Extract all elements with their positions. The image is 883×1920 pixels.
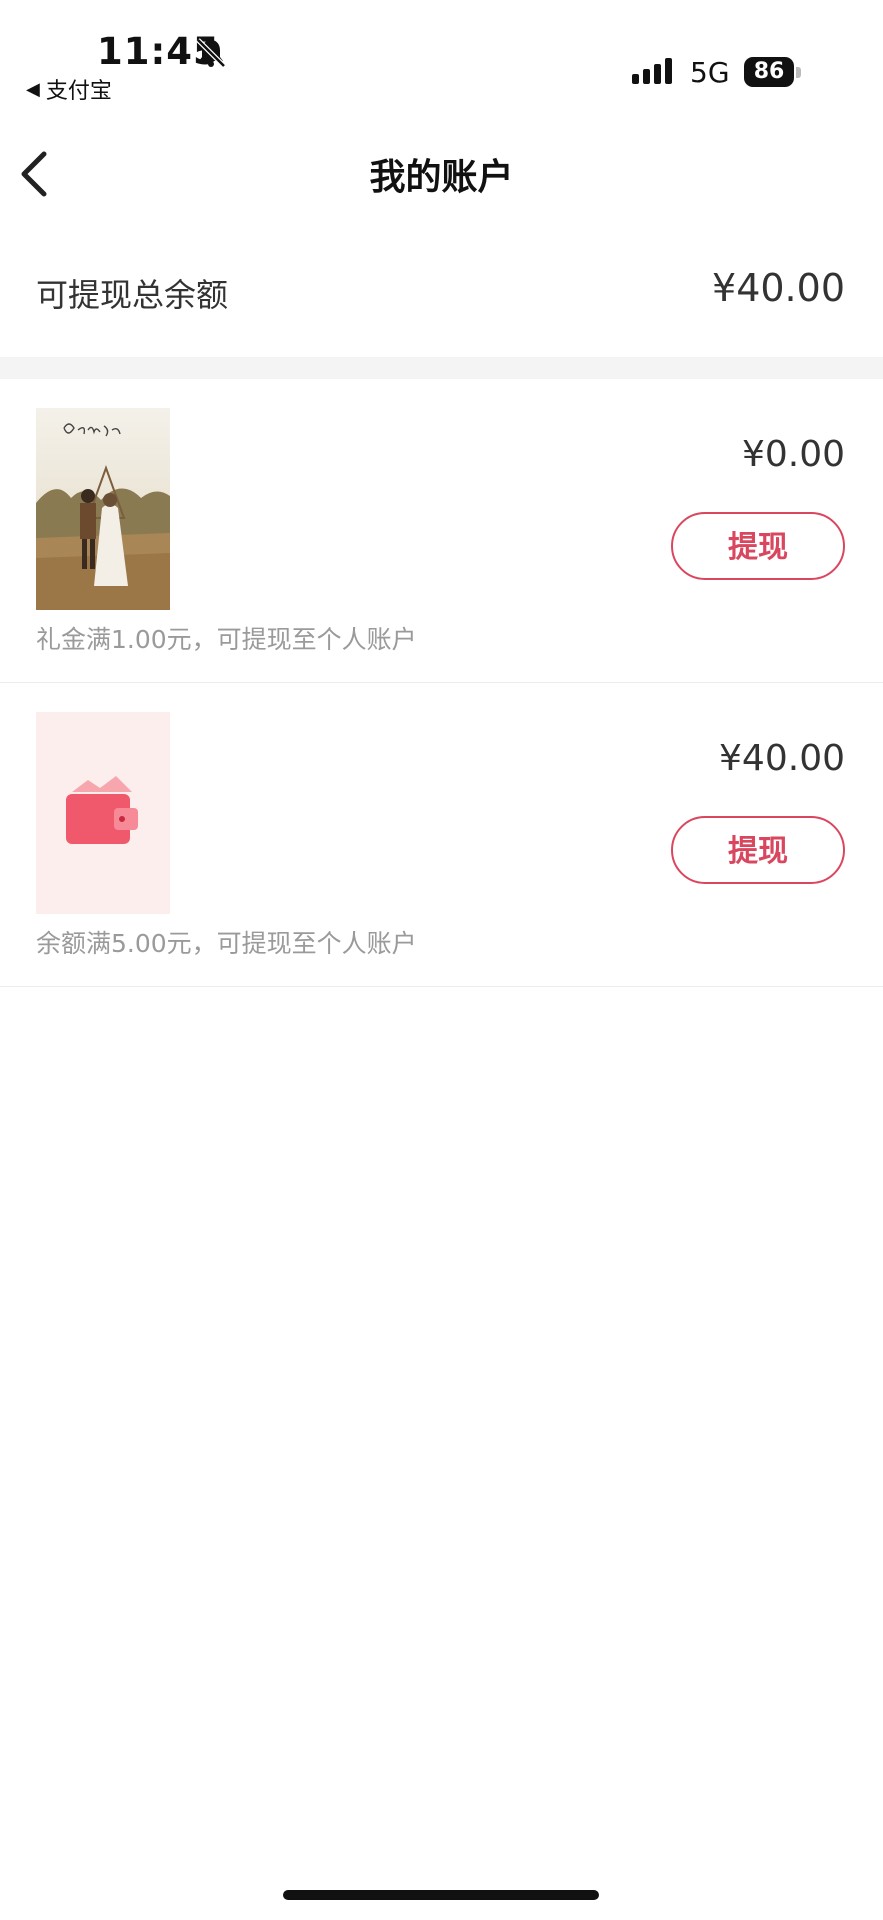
battery-cap [796, 67, 801, 78]
withdraw-hint: 余额满5.00元，可提现至个人账户 [36, 929, 417, 958]
home-indicator[interactable] [283, 1890, 599, 1900]
withdraw-button[interactable]: 提现 [671, 512, 845, 580]
withdraw-hint: 礼金满1.00元，可提现至个人账户 [36, 625, 417, 654]
summary-amount: ¥40.00 [712, 266, 845, 310]
withdraw-button[interactable]: 提现 [671, 816, 845, 884]
back-triangle-icon: ◀ [26, 78, 40, 100]
balance-summary: 可提现总余额 ¥40.00 [0, 240, 883, 340]
wallet-icon [66, 776, 138, 844]
summary-label: 可提现总余额 [36, 276, 229, 314]
nav-bar: 我的账户 [0, 130, 883, 220]
status-bar: 11:45 ◀ 支付宝 5G 86 [0, 0, 883, 110]
wallet-thumbnail [36, 712, 170, 914]
wedding-photo-thumbnail [36, 408, 170, 610]
network-type: 5G [690, 56, 730, 89]
list-item-gift-money: ¥0.00 提现 礼金满1.00元，可提现至个人账户 [0, 380, 883, 683]
signal-icon [632, 58, 672, 84]
list-item-balance: ¥40.00 提现 余额满5.00元，可提现至个人账户 [0, 684, 883, 987]
bell-slash-icon [196, 38, 226, 68]
back-to-app-link[interactable]: ◀ 支付宝 [26, 73, 112, 105]
page-title: 我的账户 [369, 157, 514, 198]
battery-icon: 86 [744, 57, 804, 87]
battery-level: 86 [744, 57, 794, 87]
back-app-label: 支付宝 [45, 79, 112, 104]
section-divider [0, 357, 883, 379]
gift-amount: ¥0.00 [741, 434, 845, 475]
balance-amount: ¥40.00 [719, 738, 845, 779]
